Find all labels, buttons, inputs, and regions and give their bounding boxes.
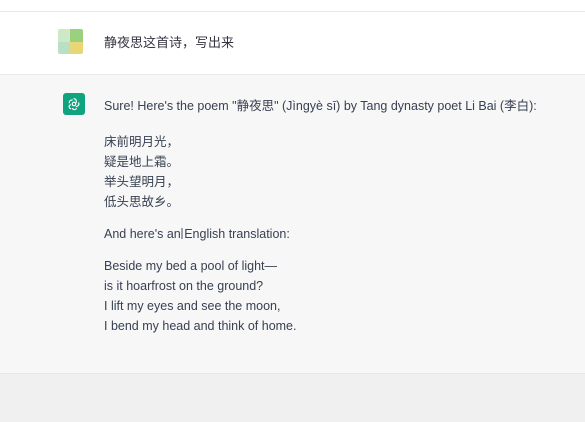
- poem-line: 低头思故乡。: [104, 195, 180, 209]
- poem-line: 疑是地上霜。: [104, 155, 180, 169]
- chatgpt-logo-icon: [63, 93, 85, 115]
- translation-line: I bend my head and think of home.: [104, 319, 297, 333]
- poem-block: 床前明月光， 疑是地上霜。 举头望明月， 低头思故乡。: [104, 132, 574, 212]
- text-cursor: [181, 228, 183, 239]
- assistant-intro: Sure! Here's the poem "静夜思" (Jìngyè sī) …: [104, 99, 537, 113]
- assistant-message-row: Sure! Here's the poem "静夜思" (Jìngyè sī) …: [0, 75, 585, 373]
- translation-line: Beside my bed a pool of light—: [104, 259, 278, 273]
- user-message-text: 静夜思这首诗，写出来: [104, 35, 235, 50]
- translation-line: is it hoarfrost on the ground?: [104, 279, 264, 293]
- assistant-message-text: Sure! Here's the poem "静夜思" (Jìngyè sī) …: [104, 96, 574, 336]
- top-bar: [0, 0, 585, 12]
- user-message-row: 静夜思这首诗，写出来: [0, 12, 585, 75]
- poem-line: 举头望明月，: [104, 175, 180, 189]
- translation-block: Beside my bed a pool of light— is it hoa…: [104, 256, 574, 336]
- poem-line: 床前明月光，: [104, 135, 180, 149]
- translation-intro: And here's an English translation:: [104, 227, 290, 241]
- user-avatar: [58, 29, 83, 54]
- bottom-input-area: [0, 373, 585, 422]
- translation-line: I lift my eyes and see the moon,: [104, 299, 281, 313]
